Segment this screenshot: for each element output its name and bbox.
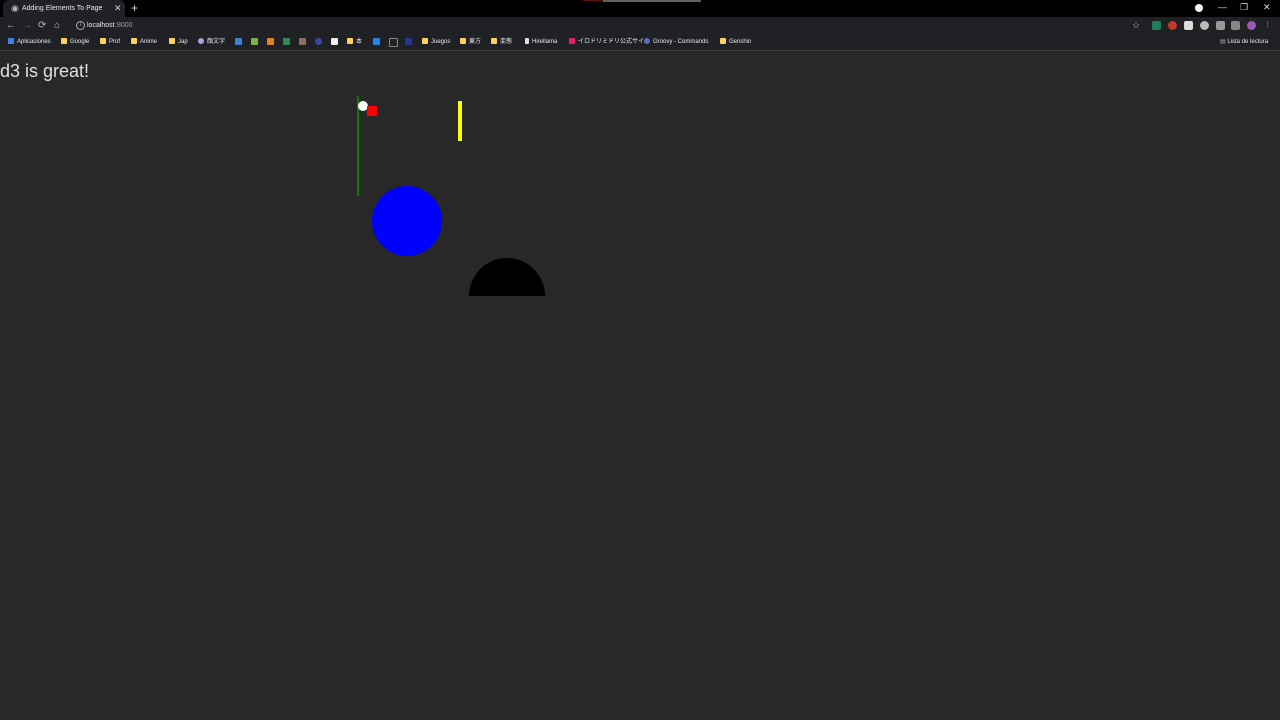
- bookmark-folder[interactable]: 変態: [491, 38, 512, 46]
- bookmark-groovy[interactable]: Groovy - Commands: [644, 38, 708, 46]
- site-icon: [569, 38, 575, 44]
- folder-icon: [347, 38, 353, 44]
- reload-button[interactable]: ⟳: [38, 20, 46, 31]
- bookmark-folder[interactable]: 本: [347, 38, 362, 46]
- reading-list-button[interactable]: ▤ Lista de lectura: [1220, 38, 1268, 46]
- tab-close-icon[interactable]: ✕: [114, 3, 122, 13]
- minimize-button[interactable]: —: [1218, 2, 1227, 13]
- bookmark-folder[interactable]: 東方: [460, 38, 481, 46]
- folder-icon: [100, 38, 106, 44]
- extension-icon[interactable]: [1200, 21, 1209, 30]
- folder-icon: [422, 38, 428, 44]
- black-arc: [469, 258, 545, 296]
- bookmark-folder[interactable]: Prof: [100, 38, 120, 46]
- site-icon: [644, 38, 650, 44]
- forward-button[interactable]: →: [22, 20, 32, 31]
- bookmarks-bar: Aplicaciones Google Prof Anime Jap 顔文字 本…: [0, 34, 1280, 51]
- site-icon[interactable]: [299, 38, 306, 45]
- globe-icon: ◉: [11, 3, 19, 13]
- bookmark-star-icon[interactable]: ☆: [1132, 20, 1140, 30]
- address-bar[interactable]: i localhost :8000 ☆: [71, 18, 1145, 33]
- bookmark-folder[interactable]: Google: [61, 38, 89, 46]
- bookmark-apps[interactable]: Aplicaciones: [8, 38, 51, 46]
- tab-indicator: [603, 0, 701, 2]
- menu-icon[interactable]: ⋮: [1263, 21, 1272, 30]
- bookmark-folder[interactable]: Jap: [169, 38, 188, 46]
- site-icon: [525, 38, 529, 44]
- bookmark-folder[interactable]: Juegos: [422, 38, 450, 46]
- url-host: localhost: [87, 22, 115, 29]
- site-icon[interactable]: [315, 38, 322, 45]
- extension-icon[interactable]: [1152, 21, 1161, 30]
- site-icon[interactable]: [373, 38, 380, 45]
- bookmark-irodorimidori[interactable]: イロドリミドリ公式サイ...: [569, 38, 649, 46]
- folder-icon: [460, 38, 466, 44]
- site-icon[interactable]: [235, 38, 242, 45]
- avatar[interactable]: [1247, 21, 1256, 30]
- close-window-button[interactable]: ✕: [1263, 2, 1271, 13]
- restore-button[interactable]: ❐: [1240, 2, 1248, 13]
- home-button[interactable]: ⌂: [54, 20, 60, 31]
- site-icon[interactable]: [251, 38, 258, 45]
- folder-icon: [131, 38, 137, 44]
- bookmark-kaomoji[interactable]: 顔文字: [198, 38, 225, 46]
- new-tab-button[interactable]: +: [131, 1, 138, 15]
- folder-icon: [491, 38, 497, 44]
- page-content: d3 is great!: [0, 51, 1280, 720]
- reading-queue-icon[interactable]: [1231, 21, 1240, 30]
- tab-indicator-red: [583, 0, 603, 1]
- d3-canvas: [357, 96, 545, 296]
- red-rectangle: [367, 106, 377, 116]
- site-icon[interactable]: [405, 38, 412, 45]
- back-button[interactable]: ←: [6, 20, 16, 31]
- site-icon[interactable]: [331, 38, 338, 45]
- apps-icon: [8, 38, 14, 44]
- white-circle: [358, 101, 368, 111]
- profile-icon[interactable]: [1195, 4, 1203, 12]
- extension-icon[interactable]: [1184, 21, 1193, 30]
- folder-icon: [720, 38, 726, 44]
- puzzle-icon[interactable]: [1216, 21, 1225, 30]
- tab-title: Adding Elements To Page: [22, 5, 103, 12]
- bookmark-hirellama[interactable]: Hirellama: [525, 38, 557, 46]
- site-icon[interactable]: [267, 38, 274, 45]
- bookmark-folder[interactable]: Genshin: [720, 38, 751, 46]
- url-port: :8000: [115, 22, 133, 29]
- tab-active[interactable]: ◉ Adding Elements To Page ✕: [3, 0, 125, 17]
- bookmark-folder[interactable]: Anime: [131, 38, 157, 46]
- tab-strip: ◉ Adding Elements To Page ✕ + — ❐ ✕: [0, 0, 1280, 17]
- blue-circle: [372, 186, 442, 256]
- site-info-icon[interactable]: i: [76, 21, 85, 30]
- folder-icon: [61, 38, 67, 44]
- adblock-icon[interactable]: [1168, 21, 1177, 30]
- folder-icon: [169, 38, 175, 44]
- browser-toolbar: ← → ⟳ ⌂ i localhost :8000 ☆: [0, 17, 1280, 34]
- site-icon[interactable]: [283, 38, 290, 45]
- site-icon: [198, 38, 204, 44]
- site-icon[interactable]: [389, 38, 398, 47]
